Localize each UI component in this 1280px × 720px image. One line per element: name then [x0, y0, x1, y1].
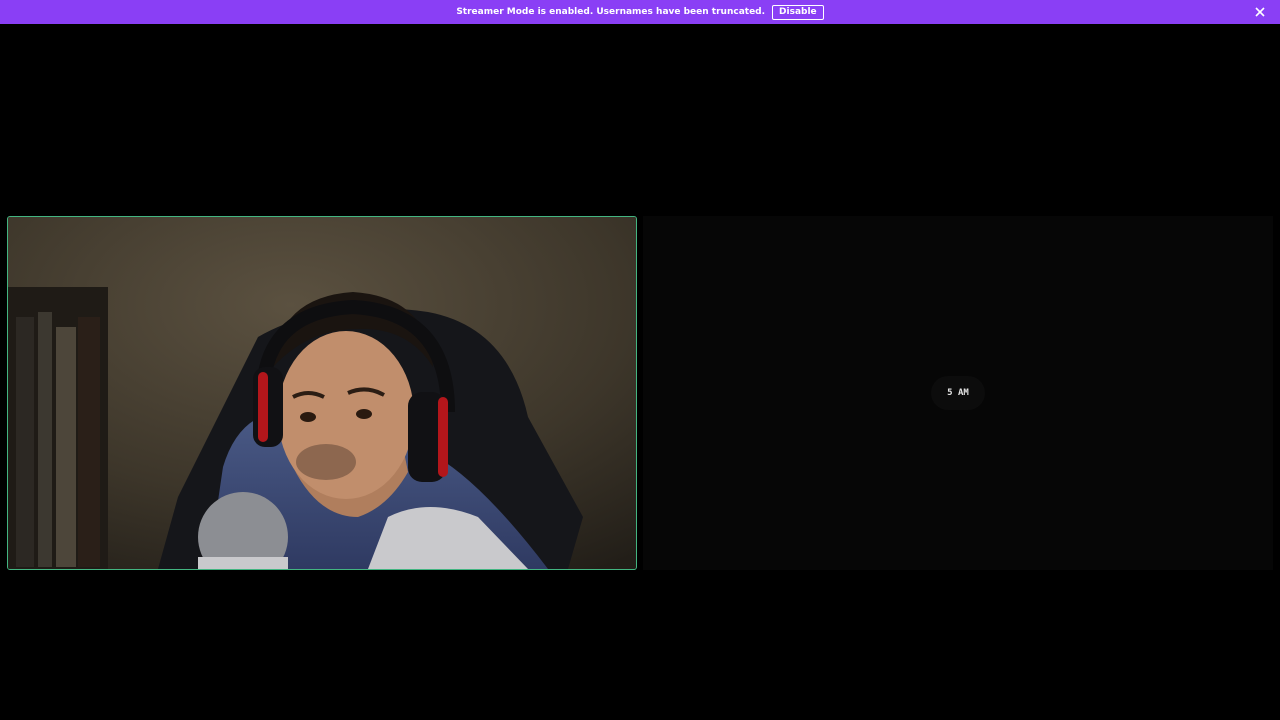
participant-avatar: 5 AM	[931, 376, 985, 410]
avatar-label: 5 AM	[947, 388, 969, 398]
call-stage: 5 AM	[0, 24, 1280, 720]
webcam-video-tile[interactable]	[7, 216, 637, 570]
webcam-feed-image	[8, 217, 636, 569]
banner-message: Streamer Mode is enabled. Usernames have…	[456, 7, 766, 17]
streamer-mode-banner: Streamer Mode is enabled. Usernames have…	[0, 0, 1280, 24]
close-icon[interactable]	[1253, 5, 1267, 19]
disable-streamer-mode-button[interactable]: Disable	[772, 4, 824, 20]
